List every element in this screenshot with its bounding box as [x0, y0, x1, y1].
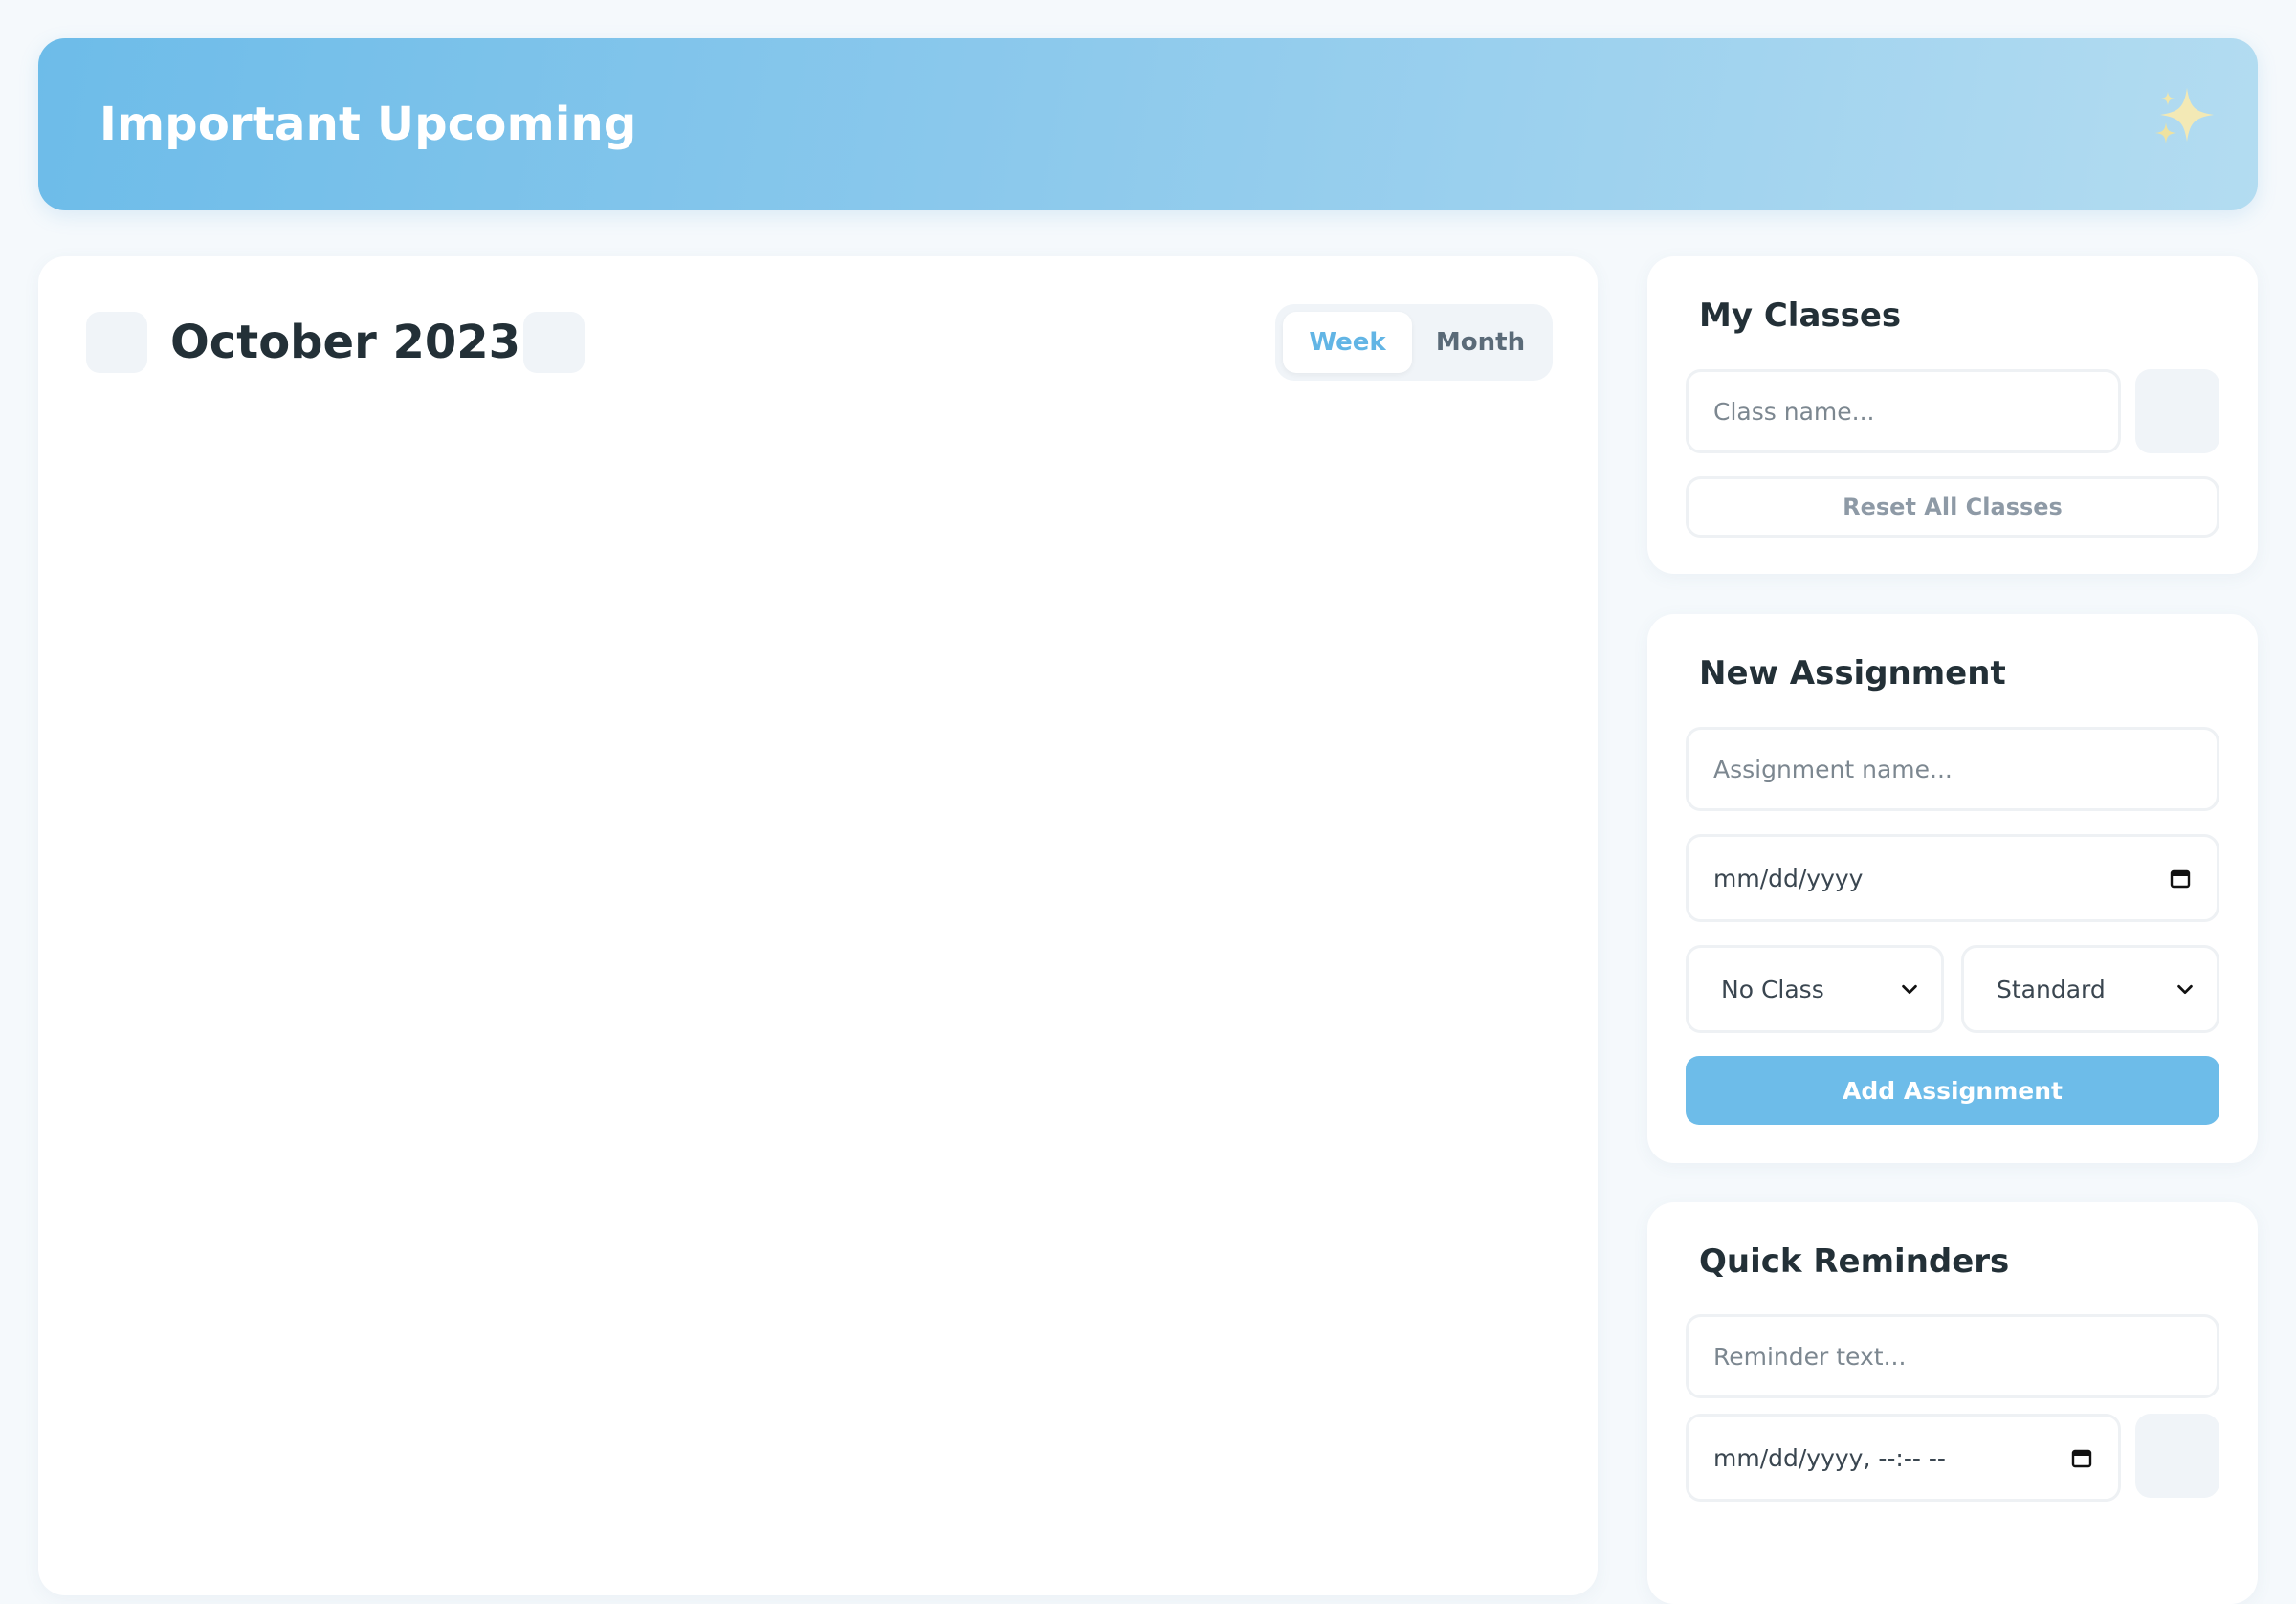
reminder-text-placeholder: Reminder text...: [1713, 1342, 1907, 1371]
calendar-icon[interactable]: [2070, 1446, 2093, 1469]
reminder-datetime-input[interactable]: mm/dd/yyyy, --:-- --: [1686, 1414, 2121, 1502]
month-view-button[interactable]: Month: [1416, 312, 1545, 373]
page-header: Important Upcoming: [38, 38, 2258, 210]
add-reminder-button[interactable]: [2135, 1414, 2219, 1498]
page-title: Important Upcoming: [99, 98, 637, 151]
add-assignment-button[interactable]: Add Assignment: [1686, 1056, 2219, 1125]
chevron-down-icon: [1902, 984, 1917, 995]
class-name-placeholder: Class name...: [1713, 397, 1875, 426]
class-name-input[interactable]: Class name...: [1686, 369, 2121, 453]
add-class-button[interactable]: [2135, 369, 2219, 453]
reminder-datetime-value: mm/dd/yyyy, --:-- --: [1713, 1443, 1946, 1472]
reset-classes-button[interactable]: Reset All Classes: [1686, 476, 2219, 538]
sparkles-icon: [2155, 88, 2214, 143]
week-view-button[interactable]: Week: [1283, 312, 1412, 373]
assignment-date-input[interactable]: mm/dd/yyyy: [1686, 834, 2219, 922]
quick-reminders-title: Quick Reminders: [1699, 1242, 2010, 1281]
class-select-value: No Class: [1721, 975, 1824, 1003]
next-month-button[interactable]: [523, 312, 585, 373]
calendar-panel: October 2023 Week Month: [38, 256, 1598, 1595]
my-classes-title: My Classes: [1699, 297, 1902, 335]
my-classes-panel: My Classes Class name... Reset All Class…: [1647, 256, 2258, 574]
class-select[interactable]: No Class: [1686, 945, 1944, 1033]
priority-select[interactable]: Standard: [1961, 945, 2219, 1033]
assignment-name-placeholder: Assignment name...: [1713, 755, 1953, 783]
calendar-month-title: October 2023: [170, 316, 521, 369]
prev-month-button[interactable]: [86, 312, 147, 373]
new-assignment-panel: New Assignment Assignment name... mm/dd/…: [1647, 614, 2258, 1163]
new-assignment-title: New Assignment: [1699, 654, 2006, 692]
priority-select-value: Standard: [1997, 975, 2106, 1003]
view-toggle: Week Month: [1275, 304, 1553, 381]
chevron-down-icon: [2177, 984, 2193, 995]
calendar-icon[interactable]: [2169, 867, 2192, 890]
reminder-text-input[interactable]: Reminder text...: [1686, 1314, 2219, 1398]
assignment-name-input[interactable]: Assignment name...: [1686, 727, 2219, 811]
assignment-date-value: mm/dd/yyyy: [1713, 864, 1864, 892]
quick-reminders-panel: Quick Reminders Reminder text... mm/dd/y…: [1647, 1202, 2258, 1604]
